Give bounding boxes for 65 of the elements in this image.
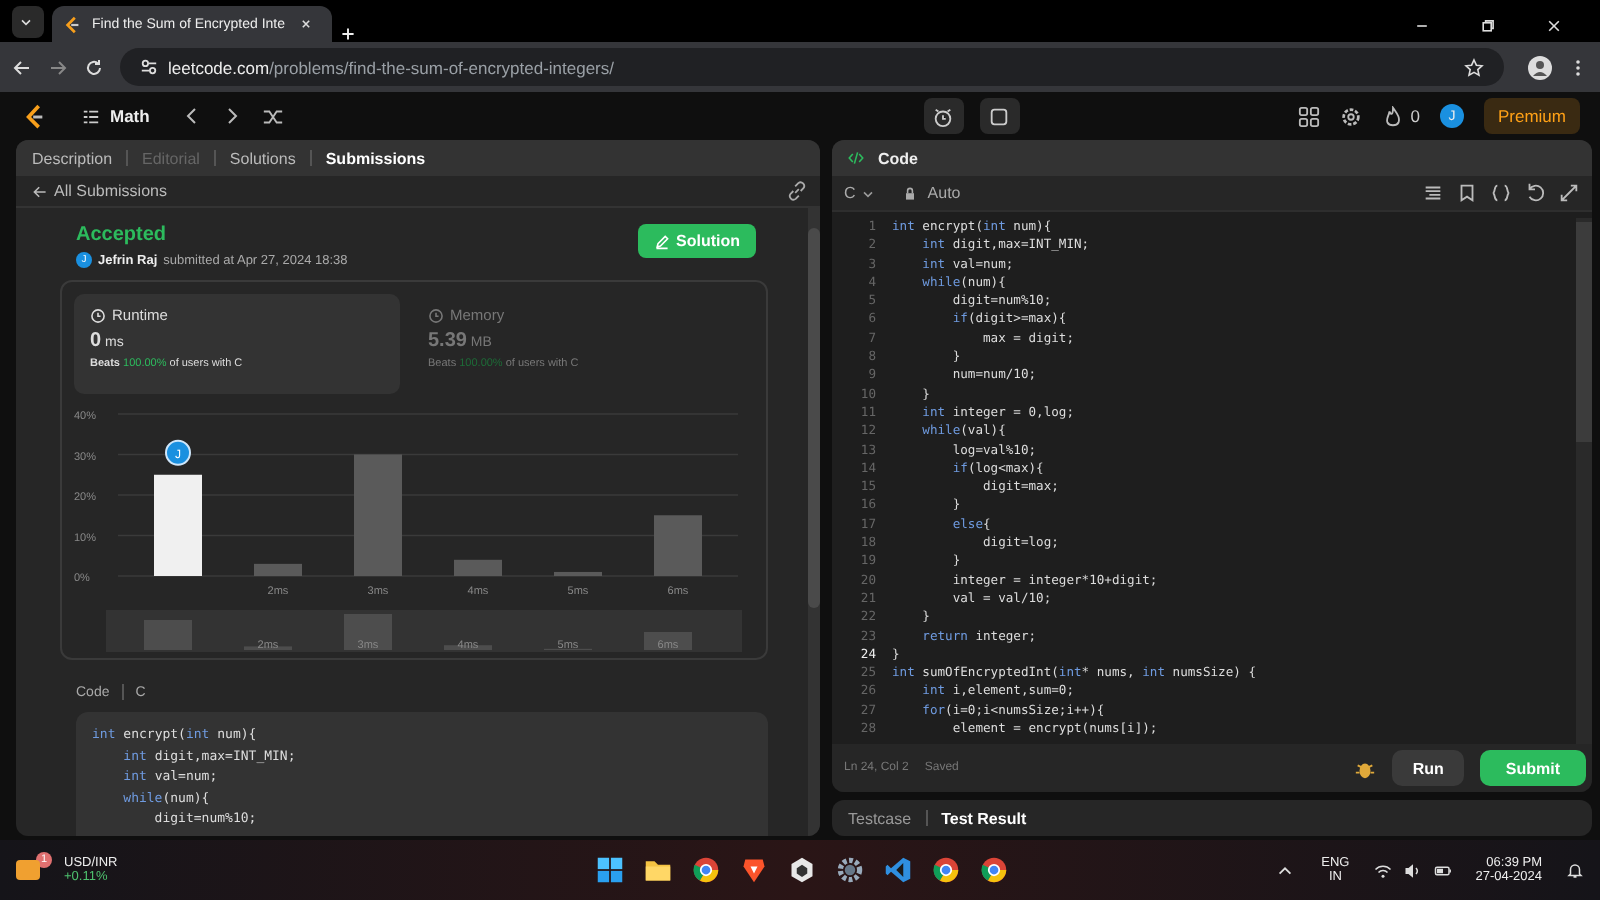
reset-icon[interactable] — [1524, 182, 1546, 204]
wifi-icon[interactable] — [1373, 861, 1392, 879]
problem-list-button[interactable]: Math — [82, 106, 150, 126]
battery-icon[interactable] — [1433, 861, 1452, 879]
browser-icon[interactable] — [692, 856, 720, 884]
streak-counter[interactable]: 0 — [1382, 105, 1420, 127]
close-tab-icon[interactable] — [298, 16, 314, 32]
alarm-clock-icon — [932, 105, 955, 127]
all-submissions-link[interactable]: All Submissions — [32, 182, 167, 200]
panel-tab[interactable]: Submissions — [325, 149, 426, 167]
panel-tab[interactable]: Solutions — [229, 149, 296, 167]
speaker-icon[interactable] — [1403, 861, 1422, 879]
notes-icon — [988, 105, 1011, 127]
forward-icon[interactable] — [48, 57, 68, 77]
site-settings-icon — [140, 58, 158, 76]
bookmark-icon[interactable] — [1456, 182, 1478, 204]
panel-tab[interactable]: Description — [32, 149, 113, 167]
clock-icon — [428, 307, 444, 323]
scrollbar[interactable] — [1576, 218, 1592, 744]
link-icon[interactable] — [786, 180, 808, 202]
caret-icon — [17, 14, 33, 30]
new-tab-icon[interactable] — [340, 26, 356, 42]
braces-icon[interactable] — [1490, 182, 1512, 204]
back-icon[interactable] — [12, 57, 32, 77]
star-icon[interactable] — [1464, 57, 1484, 77]
browser-icon[interactable] — [932, 856, 960, 884]
back-arrow-icon — [32, 183, 48, 199]
timer-button[interactable] — [923, 98, 964, 134]
edit-icon — [654, 233, 670, 249]
list-icon — [82, 107, 100, 125]
settings-icon[interactable] — [1340, 105, 1363, 127]
grid-icon[interactable] — [1298, 105, 1321, 127]
auto-mode-toggle[interactable]: Auto — [901, 184, 961, 202]
folder-icon[interactable] — [644, 856, 672, 884]
expand-icon[interactable] — [1558, 182, 1580, 204]
language-dropdown[interactable]: C — [844, 184, 882, 202]
run-button[interactable]: Run — [1392, 750, 1464, 786]
lock-icon — [901, 185, 918, 201]
panel-tab[interactable]: Test Result — [941, 809, 1027, 827]
clock-icon — [90, 307, 106, 323]
format-icon[interactable] — [1422, 182, 1444, 204]
previous-icon[interactable] — [181, 106, 202, 126]
logo-icon[interactable] — [24, 103, 46, 129]
address-field[interactable]: leetcode.com/problems/find-the-sum-of-encrypted-integers/ — [120, 48, 1504, 86]
flame-icon — [1382, 105, 1405, 127]
profile-icon[interactable] — [1528, 55, 1552, 79]
logo-icon — [64, 15, 82, 33]
premium-button[interactable]: Premium — [1483, 98, 1580, 134]
close-icon[interactable] — [1546, 18, 1562, 34]
notes-button[interactable] — [979, 98, 1020, 134]
panel-tab[interactable]: Testcase — [848, 809, 912, 827]
browser-icon[interactable] — [980, 856, 1008, 884]
cube-icon[interactable] — [788, 856, 816, 884]
restore-icon[interactable] — [1480, 18, 1496, 34]
scrollbar[interactable] — [808, 208, 820, 836]
code-editor-icon[interactable] — [884, 856, 912, 884]
code-icon — [848, 150, 864, 166]
settings-icon[interactable] — [836, 856, 864, 884]
bell-icon[interactable] — [1566, 861, 1584, 879]
tab-search-button[interactable] — [12, 6, 44, 38]
panel-title: Code — [878, 149, 918, 167]
start-icon[interactable] — [596, 856, 624, 884]
status-text: Accepted — [76, 224, 169, 246]
shuffle-icon[interactable] — [261, 105, 284, 127]
reload-icon[interactable] — [84, 57, 104, 77]
